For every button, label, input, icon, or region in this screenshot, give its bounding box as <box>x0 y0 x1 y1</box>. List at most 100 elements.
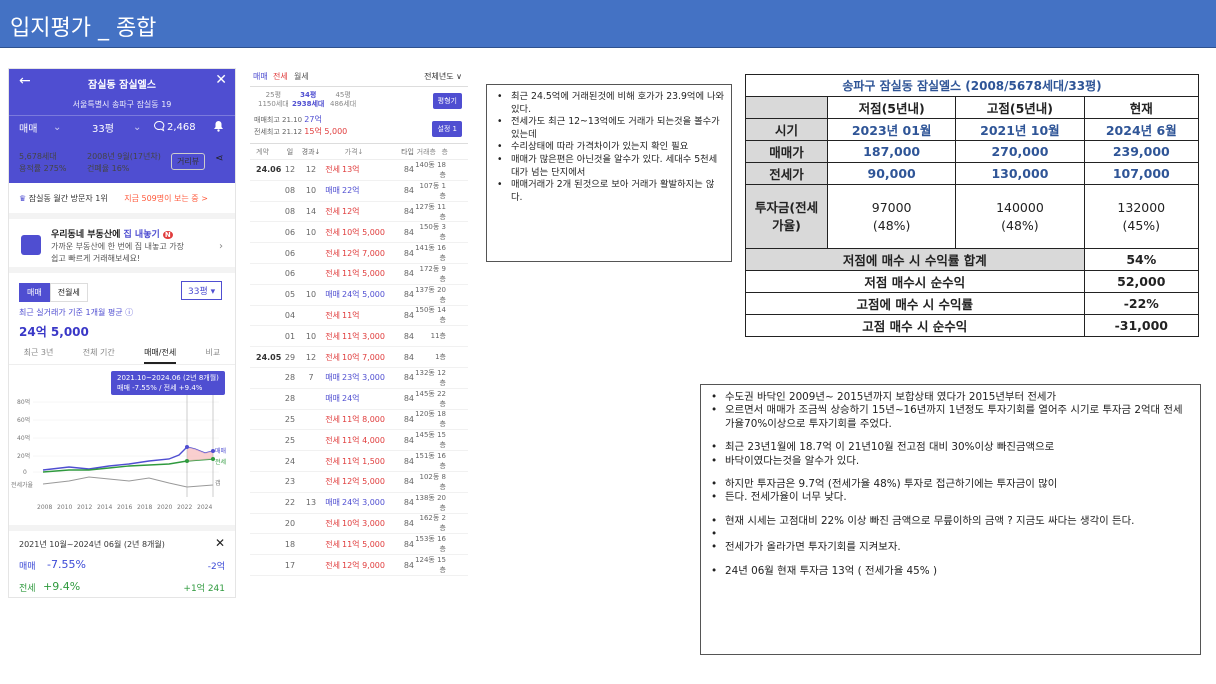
table-row[interactable]: 24.06 12 12 전세 13억 84 140동 18층 <box>250 160 468 181</box>
pyeong-45[interactable]: 45평 486세대 <box>330 91 356 109</box>
pyeong-25[interactable]: 25평 1150세대 <box>258 91 289 109</box>
row-day: 06 <box>284 227 296 237</box>
tab-tx-monthly[interactable]: 월세 <box>294 71 309 82</box>
apt-name: 잠실동 잠실엘스 <box>88 80 156 91</box>
table-row[interactable]: 08 10 매매 22억 84 107동 1층 <box>250 181 468 202</box>
note2-item: 최근 23년1월에 18.7억 이 21년10월 전고점 대비 30%이상 빠진… <box>709 441 1192 455</box>
row-floor: 124동 15층 <box>415 556 446 575</box>
compare-button[interactable]: 평형기 <box>432 93 462 109</box>
row-floor: 107동 1층 <box>419 181 446 200</box>
row-kind: 매매 <box>325 373 340 383</box>
crown-icon: ♛ <box>19 194 27 203</box>
row-type: 84 <box>403 331 414 341</box>
row-day: 28 <box>284 373 296 383</box>
y-tick: 80억 <box>17 398 30 406</box>
row-elapsed: 14 <box>305 206 317 216</box>
tab-tx-rent[interactable]: 전세 <box>273 71 288 82</box>
promo-banner[interactable]: 우리동네 부동산에 집 내놓기 N 가까운 부동산에 한 번에 집 내놓고 가장… <box>9 213 235 273</box>
table-row[interactable]: 05 10 매매 24억 5,000 84 137동 20층 <box>250 285 468 306</box>
table-row[interactable]: 04 전세 11억 84 150동 14층 <box>250 306 468 327</box>
table-row[interactable]: 24.05 29 12 전세 10억 7,000 84 1층 <box>250 347 468 368</box>
rate-label: 전세가율 <box>11 481 34 489</box>
gap-area <box>187 447 213 461</box>
visitor-rank[interactable]: ♛ 잠실동 월간 방문자 1위 지금 509명이 보는 중 > <box>19 193 208 204</box>
size-select[interactable]: 33평 <box>73 120 133 135</box>
trade-type-select[interactable]: 매매 <box>9 120 53 135</box>
row-type: 84 <box>403 227 414 237</box>
table-row[interactable]: 01 10 전세 11억 3,000 84 11층 <box>250 326 468 348</box>
row-kind: 전세 <box>325 331 340 341</box>
table-row[interactable]: 25 전세 11억 8,000 84 120동 18층 <box>250 410 468 431</box>
pyeong-box: 25평 1150세대 34평 2938세대 45평 486세대 평형기 매매최고 21… <box>250 86 468 144</box>
row-day: 22 <box>284 498 296 508</box>
row-elapsed: 10 <box>305 227 317 237</box>
row-day: 28 <box>284 394 296 404</box>
row-price: 22억 <box>342 186 360 196</box>
bell-icon[interactable] <box>213 120 224 135</box>
row-day: 01 <box>284 331 296 341</box>
row-kind: 전세 <box>325 248 340 258</box>
close-icon[interactable]: ✕ <box>215 72 227 88</box>
tab-period-3y[interactable]: 최근 3년 <box>24 347 54 364</box>
x-tick: 2018 <box>137 504 152 511</box>
row-floor: 172동 9층 <box>419 264 446 283</box>
note2-item: 전세가가 올라가면 투자기회를 지켜보자. <box>709 541 1192 555</box>
table-row[interactable]: 06 전세 12억 7,000 84 141동 16층 <box>250 243 468 264</box>
table-row[interactable]: 28 매매 24억 84 145동 22층 <box>250 389 468 410</box>
row-price: 10억 3,000 <box>342 518 385 528</box>
table-row[interactable]: 06 10 전세 10억 5,000 84 150동 3층 <box>250 222 468 244</box>
row-type: 84 <box>403 456 414 466</box>
rent-change-pct: +9.4% <box>43 580 81 593</box>
note1-item: 매매가 많은편은 아닌것을 알수가 있다. 세대수 5천세대가 넘는 단지에서 <box>497 154 725 179</box>
table-row[interactable]: 18 전세 11억 5,000 84 153동 16층 <box>250 534 468 556</box>
comment-count[interactable]: 2,468 <box>167 122 213 133</box>
tab-period-all[interactable]: 전체 기간 <box>83 347 115 364</box>
share-icon[interactable]: ⋖ <box>215 153 223 164</box>
note2-item: 바닥이였다는것을 알수가 있다. <box>709 455 1192 469</box>
x-tick: 2010 <box>57 504 72 511</box>
cell: 2021년 10월 <box>955 118 1085 141</box>
chevron-right-icon: › <box>219 241 223 252</box>
row-price: 11억 1,500 <box>342 456 385 466</box>
apt-app-panel: ← 잠실동 잠실엘스 ✕ 서울특별시 송파구 잠실동 19 매매 ⌄ 33평 ⌄… <box>8 68 236 598</box>
row-price: 23억 3,000 <box>342 373 385 383</box>
size-dropdown[interactable]: 33평 ▾ <box>181 281 223 300</box>
avg-value: 24억 5,000 <box>19 325 89 339</box>
table-row[interactable]: 28 7 매매 23억 3,000 84 132동 12층 <box>250 368 468 389</box>
row-price: 12억 5,000 <box>342 477 385 487</box>
table-row[interactable]: 25 전세 11억 4,000 84 145동 15층 <box>250 430 468 452</box>
settings-button[interactable]: 설정 1 <box>432 121 462 137</box>
table-row[interactable]: 23 전세 12억 5,000 84 102동 8층 <box>250 472 468 493</box>
y-tick: 60억 <box>17 416 30 424</box>
row-price: 11억 4,000 <box>342 435 385 445</box>
tab-sale[interactable]: 매매 <box>19 283 50 302</box>
tab-sale-rent[interactable]: 매매/전세 <box>144 347 177 364</box>
pyeong-34[interactable]: 34평 2938세대 <box>292 91 324 109</box>
tab-rent[interactable]: 전월세 <box>49 283 88 302</box>
row-day: 04 <box>284 310 296 320</box>
row-floor: 145동 22층 <box>415 389 446 408</box>
tab-tx-sale[interactable]: 매매 <box>253 71 268 82</box>
table-row[interactable]: 20 전세 10억 3,000 84 162동 2층 <box>250 514 468 535</box>
table-row[interactable]: 06 전세 11억 5,000 84 172동 9층 <box>250 264 468 285</box>
close-icon[interactable]: ✕ <box>215 536 225 550</box>
summary-label: 고점 매수 시 순수익 <box>745 314 1085 337</box>
rank-link[interactable]: 지금 509명이 보는 중 > <box>124 194 208 203</box>
table-row[interactable]: 24 전세 11억 1,500 84 151동 16층 <box>250 451 468 472</box>
row-kind: 전세 <box>325 165 340 175</box>
table-row[interactable]: 22 13 매매 24억 3,000 84 138동 20층 <box>250 493 468 514</box>
row-type: 84 <box>403 269 414 279</box>
table-row[interactable]: 08 14 전세 12억 84 127동 11층 <box>250 202 468 223</box>
table-row[interactable]: 17 전세 12억 9,000 84 124동 15층 <box>250 555 468 576</box>
note2-item: 24년 06월 현재 투자금 13억 ( 전세가율 45% ) <box>709 565 1192 579</box>
year-select[interactable]: 전체년도 ∨ <box>424 71 462 82</box>
row-floor: 153동 16층 <box>415 535 446 554</box>
tab-compare[interactable]: 비교 <box>206 347 221 364</box>
street-view-button[interactable]: 거리뷰 <box>171 153 206 170</box>
row-type: 84 <box>403 290 414 300</box>
row-day: 24 <box>284 456 296 466</box>
summary-value: -31,000 <box>1083 314 1200 337</box>
row-kind: 전세 <box>325 414 340 424</box>
row-price: 24억 <box>342 394 360 404</box>
